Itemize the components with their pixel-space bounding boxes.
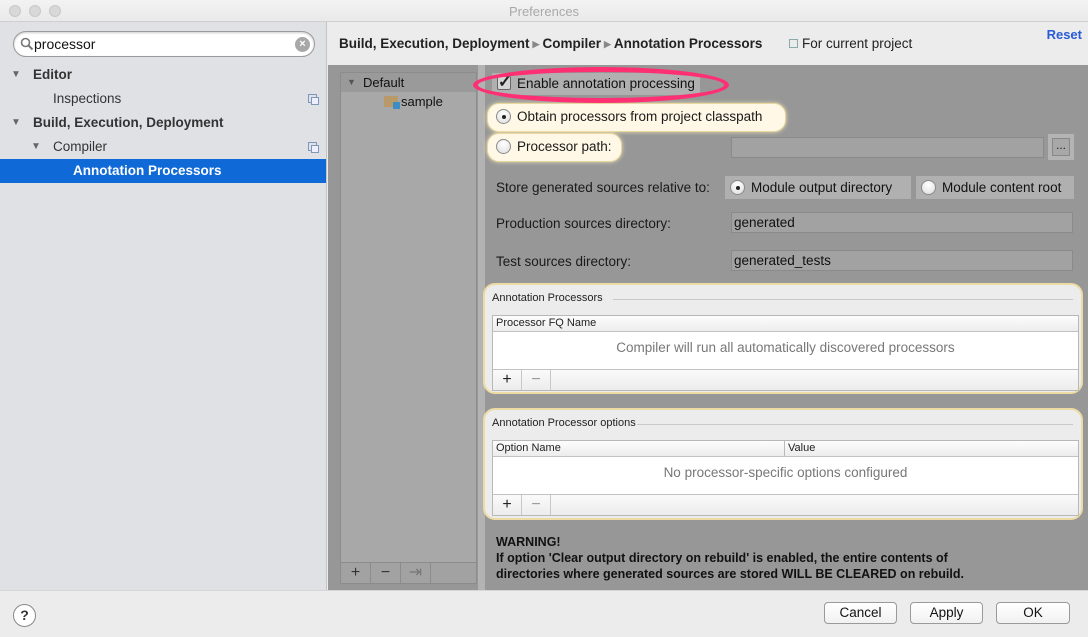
sidebar-item-label: Compiler [53, 139, 108, 154]
sidebar-item-annotation-processors[interactable]: Annotation Processors [0, 159, 326, 183]
panel-title: Annotation Processor options [492, 417, 636, 429]
processor-path-radio[interactable]: Processor path: [487, 133, 622, 162]
breadcrumb-item: Compiler [542, 36, 601, 51]
scope-label: For current project [789, 36, 912, 51]
breadcrumb-separator-icon: ▶ [603, 39, 611, 49]
table-toolbar: + − [493, 369, 1078, 390]
table-toolbar: + − [493, 494, 1078, 515]
breadcrumb: Build, Execution, Deployment ▶ Compiler ▶ An… [339, 36, 762, 51]
project-scope-icon [308, 94, 319, 105]
expand-arrow-icon[interactable]: ▼ [11, 63, 21, 87]
add-processor-button[interactable]: + [493, 370, 522, 390]
expand-arrow-icon[interactable]: ▼ [31, 135, 41, 159]
breadcrumb-separator-icon: ▶ [532, 39, 540, 49]
production-dir-label: Production sources directory: [496, 216, 671, 231]
add-module-button[interactable]: + [341, 563, 371, 583]
production-dir-input[interactable]: generated [731, 212, 1073, 233]
window-title: Preferences [508, 4, 580, 19]
search-input[interactable] [34, 35, 284, 53]
radio-label: Module output directory [751, 180, 893, 195]
title-bar: Preferences [0, 0, 1088, 22]
store-relative-label: Store generated sources relative to: [496, 180, 710, 195]
annotation-processor-options-panel: Annotation Processor options Option Name… [483, 408, 1083, 520]
sidebar-item-inspections[interactable]: Inspections [0, 87, 326, 111]
radio-unselected-icon[interactable] [496, 139, 511, 154]
checkbox-checked-icon[interactable] [497, 72, 511, 94]
module-label: sample [401, 94, 443, 109]
module-label: Default [363, 75, 405, 90]
breadcrumb-item: Annotation Processors [613, 36, 763, 51]
settings-content: ▼ Default sample + − ⇥ Enable annotation… [328, 65, 1088, 590]
radio-selected-icon[interactable] [730, 180, 745, 195]
clear-search-icon[interactable]: × [295, 37, 310, 52]
sidebar-item-label: Inspections [53, 91, 122, 106]
sidebar-item-label: Editor [33, 67, 72, 82]
column-header-processor-fq-name[interactable]: Processor FQ Name [493, 316, 1078, 332]
obtain-classpath-radio[interactable]: Obtain processors from project classpath [487, 103, 786, 132]
apply-button[interactable]: Apply [910, 602, 983, 624]
settings-sidebar: × ▼ Editor Inspections ▼ Build, Executio… [0, 22, 327, 590]
empty-table-message: Compiler will run all automatically disc… [616, 340, 955, 355]
enable-annotation-processing-checkbox[interactable]: Enable annotation processing [492, 72, 700, 95]
expand-arrow-icon[interactable]: ▼ [347, 73, 356, 92]
annotation-processors-panel: Annotation Processors Processor FQ Name … [483, 283, 1083, 394]
cancel-button[interactable]: Cancel [824, 602, 897, 624]
radio-label: Processor path: [517, 139, 612, 154]
warning-text: directories where generated sources are … [496, 567, 964, 581]
radio-label: Obtain processors from project classpath [517, 109, 763, 124]
settings-header: Build, Execution, Deployment ▶ Compiler ▶ An… [328, 22, 1088, 65]
add-option-button[interactable]: + [493, 495, 522, 515]
remove-processor-button[interactable]: − [522, 370, 551, 390]
remove-option-button[interactable]: − [522, 495, 551, 515]
move-module-button[interactable]: ⇥ [401, 563, 431, 583]
module-content-root-radio[interactable]: Module content root [916, 176, 1074, 199]
column-header-option-name[interactable]: Option Name [496, 442, 561, 454]
test-dir-input[interactable]: generated_tests [731, 250, 1073, 271]
modules-tree: ▼ Default sample + − ⇥ [340, 72, 477, 584]
warning-title: WARNING! [496, 535, 561, 549]
scope-text: For current project [802, 36, 913, 51]
help-button[interactable]: ? [13, 604, 36, 627]
dialog-footer: ? Cancel Apply OK [0, 590, 1088, 637]
radio-label: Module content root [942, 180, 1062, 195]
radio-selected-icon[interactable] [496, 109, 511, 124]
modules-toolbar: + − ⇥ [341, 562, 476, 583]
ok-button[interactable]: OK [996, 602, 1070, 624]
project-scope-icon [789, 39, 798, 48]
sidebar-item-compiler[interactable]: ▼ Compiler [0, 135, 326, 159]
sidebar-item-label: Build, Execution, Deployment [33, 115, 224, 130]
test-dir-label: Test sources directory: [496, 254, 632, 269]
breadcrumb-item: Build, Execution, Deployment [339, 36, 530, 51]
module-item-sample[interactable]: sample [341, 92, 476, 111]
warning-message: WARNING! If option 'Clear output directo… [496, 534, 964, 582]
empty-table-message: No processor-specific options configured [663, 465, 908, 480]
processors-table: Processor FQ Name Compiler will run all … [492, 315, 1079, 391]
folder-icon [384, 96, 400, 109]
panel-title: Annotation Processors [492, 292, 603, 304]
sidebar-item-editor[interactable]: ▼ Editor [0, 63, 326, 87]
search-box: × [13, 31, 315, 57]
browse-button[interactable]: ... [1052, 138, 1070, 156]
sidebar-item-build-execution-deployment[interactable]: ▼ Build, Execution, Deployment [0, 111, 326, 135]
processor-path-field[interactable] [731, 137, 1044, 158]
search-icon [20, 37, 34, 51]
remove-module-button[interactable]: − [371, 563, 401, 583]
radio-unselected-icon[interactable] [921, 180, 936, 195]
reset-link[interactable]: Reset [1047, 27, 1082, 42]
module-item-default[interactable]: ▼ Default [341, 73, 476, 92]
sidebar-item-label: Annotation Processors [73, 163, 222, 178]
module-output-directory-radio[interactable]: Module output directory [725, 176, 911, 199]
checkbox-label: Enable annotation processing [517, 76, 695, 91]
options-table: Option Name Value No processor-specific … [492, 440, 1079, 516]
warning-text: If option 'Clear output directory on reb… [496, 551, 948, 565]
project-scope-icon [308, 142, 319, 153]
expand-arrow-icon[interactable]: ▼ [11, 111, 21, 135]
column-header-value[interactable]: Value [784, 441, 815, 456]
